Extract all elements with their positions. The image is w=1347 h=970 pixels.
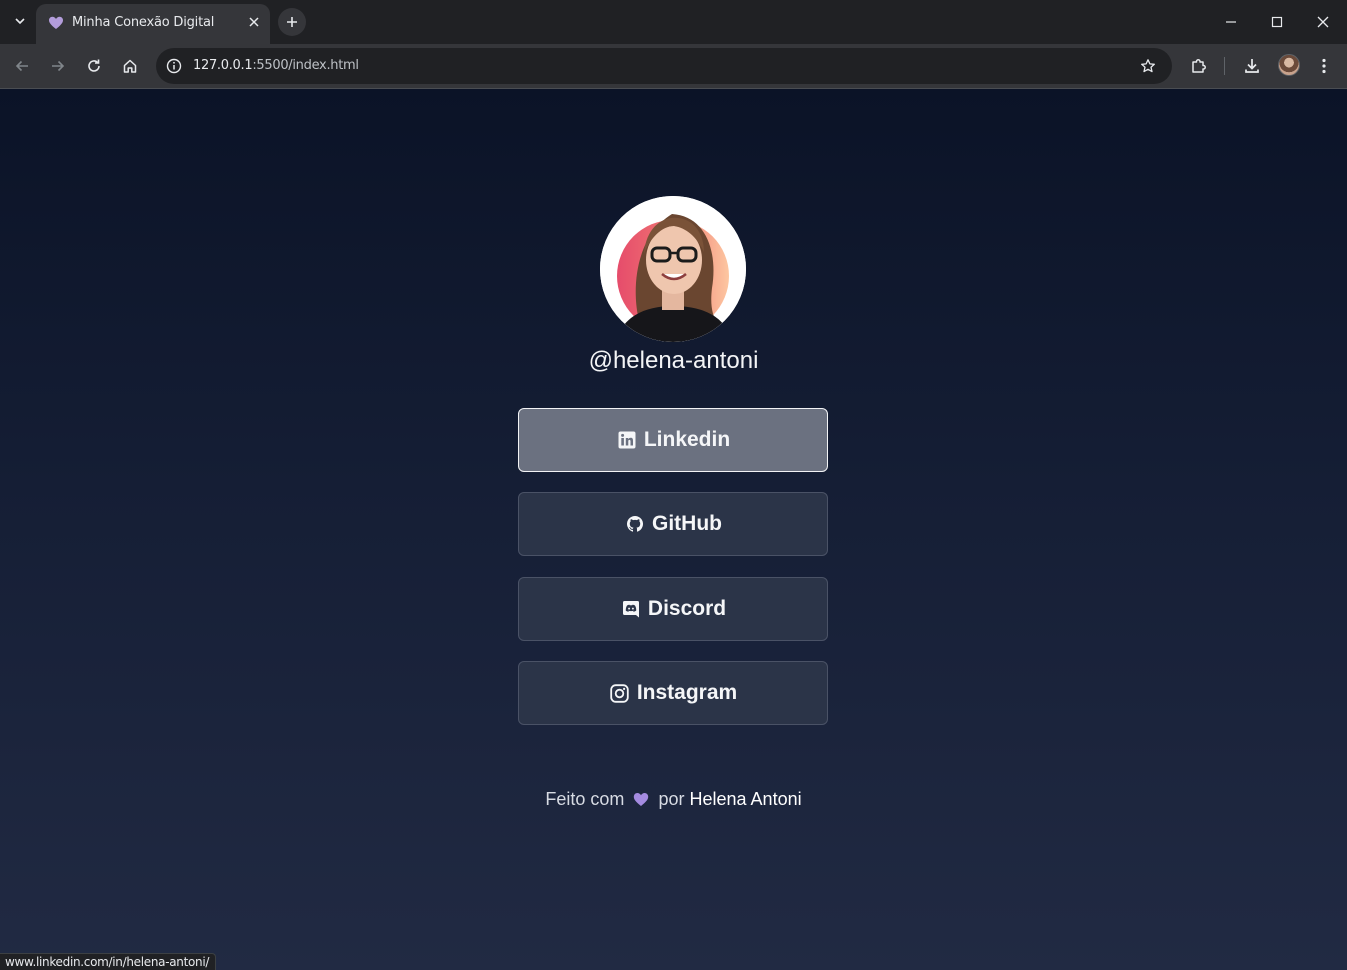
discord-icon bbox=[620, 598, 642, 620]
downloads-button[interactable] bbox=[1237, 51, 1267, 81]
new-tab-button[interactable] bbox=[278, 8, 306, 36]
puzzle-icon bbox=[1192, 59, 1206, 73]
tab-search-button[interactable] bbox=[8, 9, 32, 33]
minimize-button[interactable] bbox=[1216, 8, 1246, 36]
profile-photo bbox=[600, 196, 746, 342]
tab-close-button[interactable] bbox=[244, 12, 264, 32]
extensions-button[interactable] bbox=[1184, 51, 1214, 81]
toolbar-divider bbox=[1224, 57, 1225, 75]
home-button[interactable] bbox=[115, 51, 145, 81]
back-button[interactable] bbox=[7, 51, 37, 81]
browser-toolbar: 127.0.0.1:5500/index.html bbox=[0, 44, 1347, 88]
tab-title: Minha Conexão Digital bbox=[72, 15, 215, 30]
info-icon bbox=[166, 58, 182, 74]
linkedin-icon bbox=[616, 429, 638, 451]
close-icon bbox=[249, 17, 259, 27]
maximize-icon bbox=[1271, 16, 1283, 28]
heart-icon bbox=[49, 16, 63, 29]
site-info-button[interactable] bbox=[162, 54, 186, 78]
forward-button[interactable] bbox=[43, 51, 73, 81]
profile-handle: @helena-antoni bbox=[588, 347, 759, 374]
url-path: :5500/index.html bbox=[252, 58, 359, 73]
browser-menu-button[interactable] bbox=[1309, 51, 1339, 81]
star-icon bbox=[1141, 59, 1155, 73]
plus-icon bbox=[287, 17, 297, 27]
link-status-url: www.linkedin.com/in/helena-antoni/ bbox=[0, 953, 217, 970]
profile-avatar-button[interactable] bbox=[1278, 54, 1300, 76]
footer-author-link[interactable]: Helena Antoni bbox=[690, 789, 802, 809]
profile-photo-image bbox=[600, 196, 746, 342]
close-icon bbox=[1317, 16, 1329, 28]
browser-tab[interactable]: Minha Conexão Digital bbox=[36, 4, 270, 44]
instagram-label: Instagram bbox=[636, 681, 738, 704]
home-icon bbox=[123, 59, 137, 73]
instagram-icon bbox=[609, 682, 631, 704]
page-content: @helena-antoni Linkedin GitHub Discord I… bbox=[0, 89, 1347, 970]
download-icon bbox=[1245, 59, 1259, 73]
close-window-button[interactable] bbox=[1308, 8, 1338, 36]
github-button[interactable]: GitHub bbox=[518, 492, 828, 556]
address-bar[interactable]: 127.0.0.1:5500/index.html bbox=[156, 48, 1172, 84]
linkedin-button[interactable]: Linkedin bbox=[518, 408, 828, 472]
arrow-right-icon bbox=[52, 60, 65, 72]
bookmark-button[interactable] bbox=[1136, 54, 1160, 78]
instagram-button[interactable]: Instagram bbox=[518, 661, 828, 725]
maximize-button[interactable] bbox=[1262, 8, 1292, 36]
arrow-left-icon bbox=[15, 60, 28, 72]
reload-button[interactable] bbox=[79, 51, 109, 81]
linkedin-label: Linkedin bbox=[643, 428, 731, 451]
url-text: 127.0.0.1:5500/index.html bbox=[193, 58, 359, 73]
discord-button[interactable]: Discord bbox=[518, 577, 828, 641]
footer-made-with: Feito com bbox=[545, 789, 625, 809]
github-icon bbox=[624, 513, 646, 535]
footer: Feito com por Helena Antoni bbox=[0, 789, 1347, 810]
footer-by: por bbox=[658, 789, 685, 809]
discord-label: Discord bbox=[647, 597, 727, 620]
github-label: GitHub bbox=[652, 512, 722, 535]
chevron-down-icon bbox=[15, 18, 25, 25]
minimize-icon bbox=[1226, 21, 1236, 23]
more-vertical-icon bbox=[1322, 58, 1326, 74]
heart-icon bbox=[634, 793, 649, 806]
browser-titlebar: Minha Conexão Digital bbox=[0, 0, 1347, 44]
url-host: 127.0.0.1 bbox=[193, 58, 253, 73]
reload-icon bbox=[88, 59, 100, 72]
